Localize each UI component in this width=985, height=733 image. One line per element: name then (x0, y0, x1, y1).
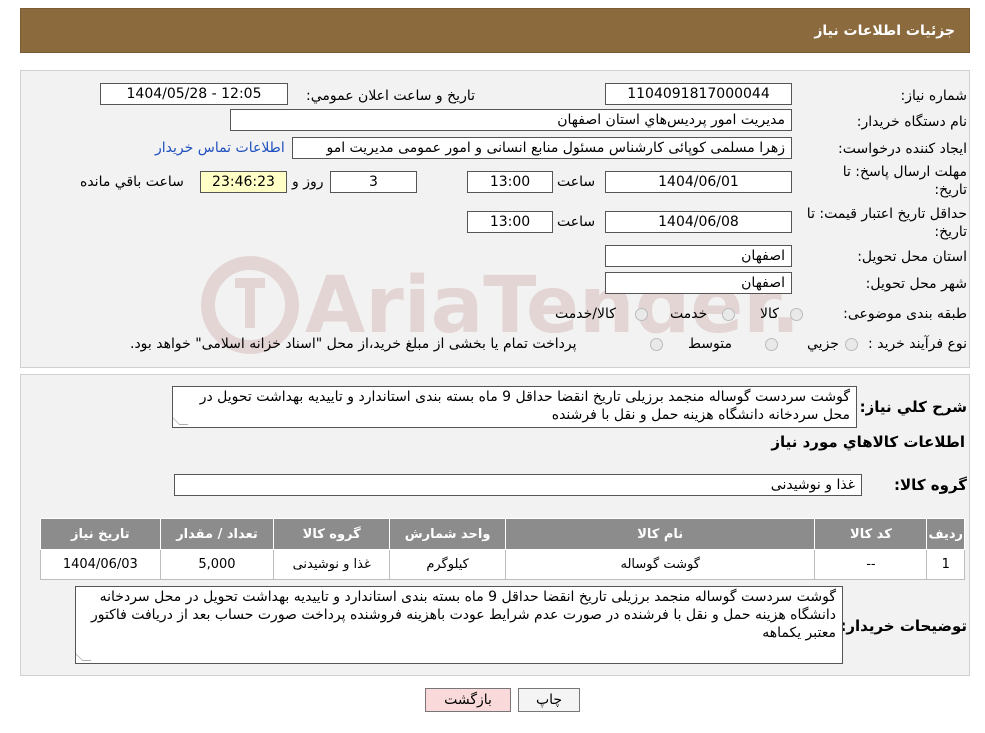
goods-group-label: گروه كالا: (894, 476, 967, 494)
cell-need-date: 1404/06/03 (40, 549, 161, 580)
table-header-row: رديف كد كالا نام كالا واحد شمارش گروه كا… (40, 518, 965, 550)
col-item-name: نام كالا (505, 518, 816, 550)
need-number-label: شماره نیاز: (900, 88, 968, 104)
summary-textarea[interactable]: گوشت سردست گوساله منجمد برزیلی تاریخ انق… (172, 386, 857, 428)
summary-text: گوشت سردست گوساله منجمد برزیلی تاریخ انق… (199, 389, 850, 423)
process-label: نوع فرآيند خريد : (868, 336, 967, 352)
page-header: جزئیات اطلاعات نیاز (20, 8, 970, 53)
city-field: اصفهان (605, 272, 792, 294)
cell-quantity: 5,000 (159, 549, 275, 580)
validity-label-line1: حداقل تاريخ اعتبار قيمت: تا (806, 206, 967, 222)
resize-grip-icon[interactable] (173, 416, 189, 425)
announce-value: 1404/05/28 - 12:05 (126, 86, 262, 102)
cell-row-number: 1 (926, 549, 965, 580)
col-unit: واحد شمارش (389, 518, 507, 550)
deadline-label-line1: مهلت ارسال پاسخ: تا (842, 164, 967, 180)
category-radio-goods-service[interactable] (635, 308, 648, 321)
cell-goods-group: غذا و نوشیدنی (273, 549, 391, 580)
remaining-label: ساعت باقي مانده (80, 174, 184, 190)
province-label: استان محل تحويل: (857, 249, 967, 265)
deadline-date-field: 1404/06/01 (605, 171, 792, 193)
days-label: روز و (292, 174, 324, 190)
category-label: طبقه بندی موضوعی: (843, 306, 967, 322)
col-goods-group: گروه كالا (273, 518, 391, 550)
col-item-code: كد كالا (814, 518, 928, 550)
cell-unit: کیلوگرم (389, 549, 507, 580)
page-title: جزئیات اطلاعات نیاز (814, 23, 955, 39)
validity-time-field: 13:00 (467, 211, 553, 233)
cell-item-name: گوشت گوساله (505, 549, 816, 580)
cell-item-code: -- (814, 549, 928, 580)
category-option-goods: کالا (760, 306, 779, 322)
process-radio-medium[interactable] (765, 338, 778, 351)
buyer-org-field: مديريت امور پرديس‌هاي استان اصفهان (230, 109, 792, 131)
validity-date-field: 1404/06/08 (605, 211, 792, 233)
remaining-time-field: 23:46:23 (200, 171, 287, 193)
buyer-notes-text: گوشت سردست گوساله منجمد برزیلی تاریخ انق… (90, 589, 836, 641)
col-row-number: رديف (926, 518, 965, 550)
province-field: اصفهان (605, 245, 792, 267)
resize-grip-icon[interactable] (76, 652, 92, 661)
city-label: شهر محل تحويل: (865, 276, 967, 292)
creator-field: زهرا مسلمی کوپائی کارشناس مسئول منابع ان… (292, 137, 792, 159)
process-option-minor: جزيي (807, 336, 839, 352)
deadline-time-label: ساعت (557, 174, 596, 190)
buyer-notes-label: توضيحات خريدار: (840, 617, 967, 635)
need-number-field: 1104091817000044 (605, 83, 792, 105)
category-option-goods-service: کالا/خدمت (555, 306, 616, 322)
process-option-medium: متوسط (688, 336, 732, 352)
validity-label-line2: تاريخ: (934, 224, 967, 240)
days-field: 3 (330, 171, 417, 193)
category-radio-service[interactable] (722, 308, 735, 321)
process-radio-minor[interactable] (845, 338, 858, 351)
buyer-org-label: نام دستگاه خريدار: (856, 114, 967, 130)
category-radio-goods[interactable] (790, 308, 803, 321)
announce-label: تاریخ و ساعت اعلان عمومي: (306, 88, 475, 104)
print-button[interactable]: چاپ (518, 688, 580, 712)
summary-label: شرح كلي نياز: (859, 398, 967, 416)
process-note: پرداخت تمام يا بخشی از مبلغ خريد،از محل … (130, 336, 577, 352)
goods-info-title: اطلاعات كالاهاي مورد نياز (771, 433, 965, 451)
col-need-date: تاريخ نياز (40, 518, 161, 550)
announce-field: 1404/05/28 - 12:05 (100, 83, 288, 105)
process-radio-treasury[interactable] (650, 338, 663, 351)
back-button[interactable]: بازگشت (425, 688, 511, 712)
col-quantity: تعداد / مقدار (159, 518, 275, 550)
goods-group-field: غذا و نوشیدنی (174, 474, 862, 496)
items-table: رديف كد كالا نام كالا واحد شمارش گروه كا… (40, 518, 965, 580)
creator-label: ايجاد كننده درخواست: (838, 141, 967, 157)
deadline-label-line2: تاريخ: (934, 182, 967, 198)
deadline-time-field: 13:00 (467, 171, 553, 193)
buyer-notes-textarea[interactable]: گوشت سردست گوساله منجمد برزیلی تاریخ انق… (75, 586, 843, 664)
validity-time-label: ساعت (557, 214, 596, 230)
table-row: 1 -- گوشت گوساله کیلوگرم غذا و نوشیدنی 5… (40, 549, 965, 580)
buyer-contact-link[interactable]: اطلاعات تماس خريدار (155, 140, 285, 156)
category-option-service: خدمت (670, 306, 708, 322)
